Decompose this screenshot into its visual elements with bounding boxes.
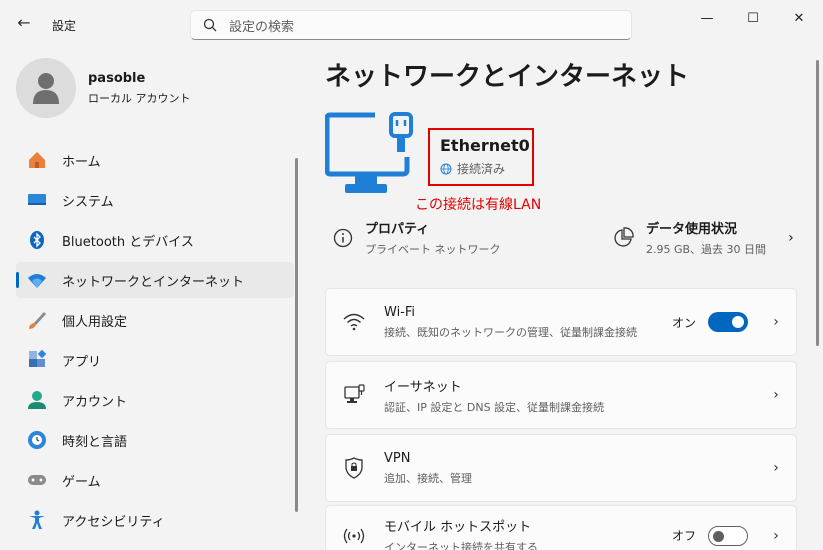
wifi-icon [342,310,366,334]
user-profile[interactable]: pasoble ローカル アカウント [16,58,191,118]
sidebar-item-apps[interactable]: アプリ [16,342,294,378]
bluetooth-icon [26,229,48,251]
connection-status-box: Ethernet0 接続済み [428,128,534,186]
main-scrollbar[interactable] [816,60,819,346]
maximize-button[interactable]: ☐ [730,6,776,30]
hotspot-card[interactable]: モバイル ホットスポット インターネット接続を共有する オフ › [325,505,797,550]
sidebar-item-label: アカウント [62,394,128,410]
data-usage-title: データ使用状況 [646,222,738,237]
chevron-right-icon: › [773,527,779,544]
back-button[interactable]: ← [12,10,36,34]
maximize-icon: ☐ [747,10,759,26]
sidebar-item-personalization[interactable]: 個人用設定 [16,302,294,338]
wifi-network-icon [26,269,48,291]
chevron-right-icon: › [773,460,779,476]
hotspot-toggle-label: オフ [671,529,696,543]
card-title: モバイル ホットスポット [384,520,532,535]
person-icon [33,73,59,104]
sidebar-item-label: アプリ [62,354,102,370]
chevron-right-icon: › [773,314,779,330]
sidebar-item-label: 時刻と言語 [62,434,128,450]
search-input[interactable]: 設定の検索 [190,10,632,40]
arrow-left-icon: ← [17,12,31,32]
sidebar-item-label: 個人用設定 [62,314,128,330]
minimize-icon: — [700,10,714,26]
sidebar-item-accounts[interactable]: アカウント [16,382,294,418]
sidebar-item-network[interactable]: ネットワークとインターネット [16,262,294,298]
card-subtitle: 認証、IP 設定と DNS 設定、従量制課金接続 [384,400,605,414]
chevron-right-icon: › [788,229,794,246]
card-subtitle: 接続、既知のネットワークの管理、従量制課金接続 [384,325,637,339]
sidebar-item-label: Bluetooth とデバイス [62,234,194,250]
properties-title: プロパティ [365,222,430,237]
minimize-button[interactable]: — [684,6,730,30]
ethernet-monitor-icon [324,112,420,207]
data-usage-subtitle: 2.95 GB、過去 30 日間 [646,243,767,256]
card-subtitle: 追加、接続、管理 [384,471,472,485]
sidebar-item-bluetooth[interactable]: Bluetooth とデバイス [16,222,294,258]
apps-icon [26,349,48,371]
brush-icon [26,309,48,331]
chevron-right-icon: › [773,387,779,403]
hotspot-icon [342,524,366,548]
info-icon [333,228,353,247]
wifi-card[interactable]: Wi-Fi 接続、既知のネットワークの管理、従量制課金接続 オン › [325,288,797,356]
annotation-text: この接続は有線LAN [415,197,542,213]
search-icon [203,18,217,32]
sidebar-item-home[interactable]: ホーム [16,142,294,178]
card-subtitle: インターネット接続を共有する [384,541,538,550]
system-icon [26,189,48,211]
sidebar-item-label: ネットワークとインターネット [62,274,245,290]
accessibility-icon [26,509,48,531]
page-title: ネットワークとインターネット [325,62,690,92]
ethernet-icon [342,383,366,407]
sidebar-scrollbar[interactable] [295,158,298,512]
user-account-type: ローカル アカウント [88,91,191,105]
properties-subtitle: プライベート ネットワーク [365,243,501,256]
avatar [16,58,76,118]
shield-icon [342,456,366,480]
ethernet-card[interactable]: イーサネット 認証、IP 設定と DNS 設定、従量制課金接続 › [325,361,797,429]
card-title: イーサネット [384,379,462,395]
close-icon: ✕ [793,10,805,26]
sidebar-item-accessibility[interactable]: アクセシビリティ [16,502,294,538]
card-title: VPN [384,450,411,466]
pie-chart-icon [614,226,634,247]
vpn-card[interactable]: VPN 追加、接続、管理 › [325,434,797,502]
sidebar-item-label: ゲーム [62,474,101,490]
sidebar-nav: ホーム システム Bluetooth とデバイス ネットワークとインターネット … [16,142,294,542]
gamepad-icon [26,469,48,491]
clock-globe-icon [26,429,48,451]
sidebar-item-label: アクセシビリティ [62,514,165,530]
title-bar: ← 設定 設定の検索 — ☐ ✕ [0,0,823,48]
connection-status-text: 接続済み [457,162,506,176]
close-button[interactable]: ✕ [776,6,822,30]
data-usage-link[interactable]: データ使用状況 2.95 GB、過去 30 日間 › [612,218,794,257]
home-icon [26,149,48,171]
wifi-toggle[interactable] [708,312,748,332]
properties-link[interactable]: プロパティ プライベート ネットワーク [333,218,501,257]
hotspot-toggle[interactable] [708,525,748,546]
search-placeholder: 設定の検索 [229,19,295,35]
globe-icon [440,163,452,174]
account-icon [26,389,48,411]
sidebar-item-label: システム [62,194,114,210]
app-title: 設定 [52,19,77,33]
sidebar-item-time-language[interactable]: 時刻と言語 [16,422,294,458]
connection-status: 接続済み [440,160,522,177]
card-title: Wi-Fi [384,304,416,320]
sidebar-item-system[interactable]: システム [16,182,294,218]
sidebar-item-label: ホーム [62,154,101,170]
wifi-toggle-label: オン [671,315,696,330]
connection-name: Ethernet0 [440,136,530,155]
user-name: pasoble [88,70,146,86]
sidebar-item-gaming[interactable]: ゲーム [16,462,294,498]
